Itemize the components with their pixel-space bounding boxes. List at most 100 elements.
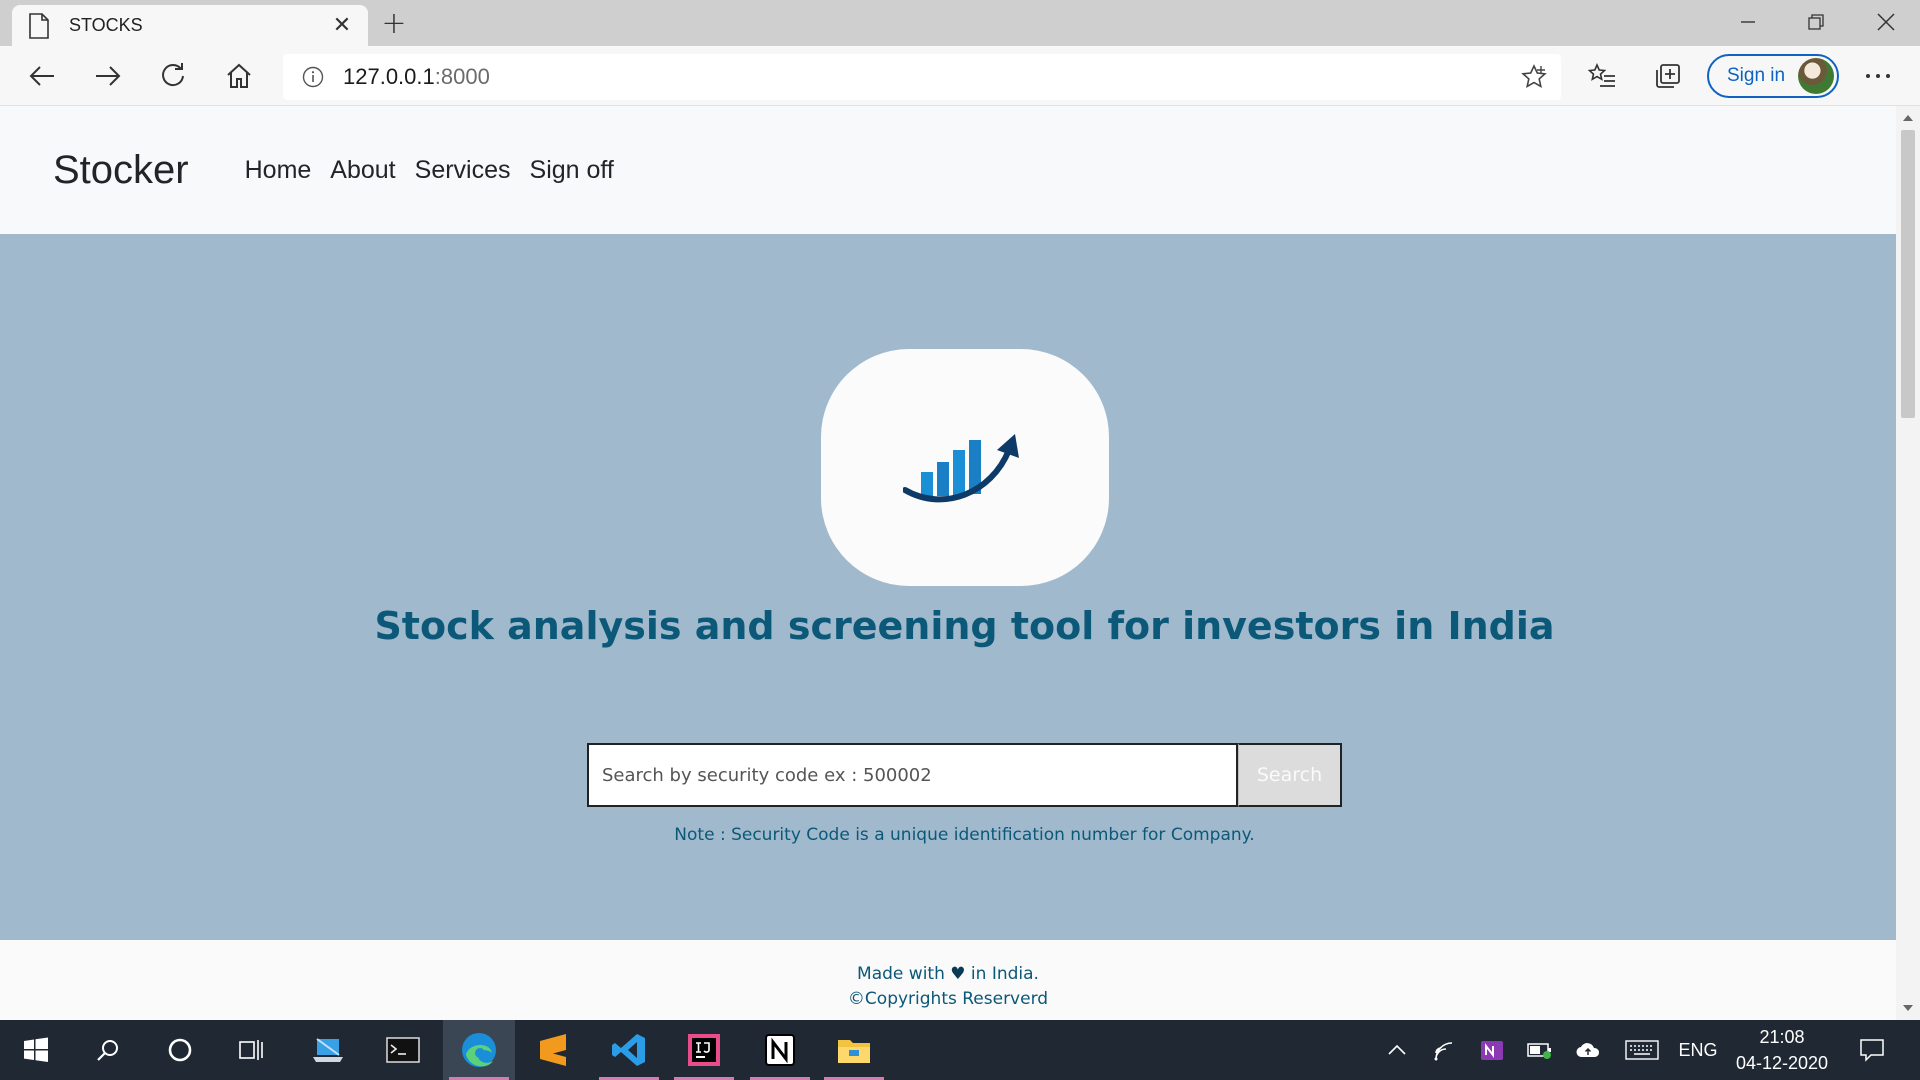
search-form: Search — [587, 743, 1343, 807]
refresh-button[interactable] — [151, 56, 195, 96]
language-label: ENG — [1678, 1039, 1718, 1060]
taskbar-app-edge[interactable] — [443, 1020, 515, 1080]
settings-more-button[interactable] — [1856, 56, 1900, 96]
windows-taskbar: ENG 21:08 04-12-2020 — [0, 1020, 1920, 1080]
site-info-icon[interactable] — [283, 66, 343, 88]
page-scrollbar[interactable] — [1896, 106, 1920, 1020]
logo-card — [821, 349, 1109, 586]
scroll-up-arrow-icon[interactable] — [1896, 108, 1920, 128]
security-code-search-input[interactable] — [587, 743, 1238, 807]
scroll-down-arrow-icon[interactable] — [1896, 998, 1920, 1018]
battery-icon — [1527, 1043, 1551, 1059]
favorites-button[interactable] — [1580, 56, 1624, 96]
close-window-button[interactable] — [1852, 0, 1920, 44]
cortana-icon — [168, 1038, 192, 1062]
edge-icon — [462, 1033, 496, 1067]
task-view-icon — [239, 1040, 263, 1060]
cortana-button[interactable] — [144, 1020, 216, 1080]
nav-about[interactable]: About — [330, 156, 395, 185]
tab-title: STOCKS — [69, 15, 143, 35]
search-icon — [97, 1040, 118, 1061]
intellij-icon — [688, 1034, 720, 1066]
nav-services[interactable]: Services — [415, 156, 511, 185]
security-code-note: Note : Security Code is a unique identif… — [674, 825, 1255, 845]
hero-section: Stock analysis and screening tool for in… — [0, 234, 1896, 940]
brand-logo-text[interactable]: Stocker — [53, 148, 189, 193]
scrollbar-thumb[interactable] — [1901, 130, 1915, 418]
sign-in-button[interactable]: Sign in — [1707, 54, 1839, 98]
browser-toolbar: 127.0.0.1:8000 Sign in — [0, 46, 1920, 106]
taskbar-clock[interactable]: 21:08 04-12-2020 — [1722, 1024, 1842, 1076]
home-button[interactable] — [217, 56, 261, 96]
browser-tab[interactable]: STOCKS ✕ — [12, 5, 368, 46]
chevron-up-icon — [1388, 1045, 1406, 1055]
taskbar-app-intellij[interactable] — [668, 1020, 740, 1080]
close-tab-icon[interactable]: ✕ — [330, 13, 354, 38]
battery-tray[interactable] — [1522, 1020, 1558, 1080]
taskbar-app-notion[interactable] — [744, 1020, 816, 1080]
address-url[interactable]: 127.0.0.1:8000 — [343, 64, 1507, 90]
nav-sign-off[interactable]: Sign off — [530, 156, 614, 185]
footer-made-suffix: in India. — [970, 964, 1039, 984]
arrow-right-icon — [96, 66, 121, 86]
touch-keyboard-tray[interactable] — [1618, 1020, 1666, 1080]
more-icon — [1866, 74, 1890, 78]
taskbar-app-terminal[interactable] — [367, 1020, 439, 1080]
notification-icon — [1860, 1039, 1884, 1062]
favorite-star-icon[interactable] — [1507, 64, 1561, 90]
back-button[interactable] — [20, 56, 64, 96]
avatar — [1798, 58, 1834, 94]
footer-made-prefix: Made with — [857, 964, 945, 984]
taskbar-app-file-explorer[interactable] — [818, 1020, 890, 1080]
start-button[interactable] — [0, 1020, 72, 1080]
new-tab-button[interactable]: + — [378, 6, 410, 41]
footer-copyright: ©Copyrights Reserverd — [847, 989, 1049, 1009]
address-host: 127.0.0.1 — [343, 64, 435, 89]
minimize-button[interactable] — [1714, 0, 1782, 44]
language-indicator[interactable]: ENG — [1676, 1020, 1720, 1080]
heart-icon: ♥ — [950, 964, 966, 984]
site-navbar: Stocker Home About Services Sign off — [0, 106, 1896, 234]
minimize-icon — [1741, 21, 1755, 23]
search-button[interactable]: Search — [1238, 743, 1342, 807]
nav-home[interactable]: Home — [245, 156, 312, 185]
collections-icon — [1656, 64, 1680, 88]
footer-made-with: Made with ♥ in India. — [0, 964, 1896, 984]
sublime-text-icon — [540, 1034, 566, 1066]
network-tray[interactable] — [1426, 1020, 1462, 1080]
sign-in-label: Sign in — [1727, 65, 1786, 86]
forward-button[interactable] — [86, 56, 130, 96]
arrow-left-icon — [29, 66, 54, 86]
page-footer: Made with ♥ in India. ©Copyrights Reserv… — [0, 940, 1896, 1020]
action-center-button[interactable] — [1850, 1020, 1894, 1080]
taskbar-app-vscode[interactable] — [593, 1020, 665, 1080]
onenote-icon — [1481, 1041, 1503, 1060]
refresh-icon — [162, 63, 184, 87]
task-view-button[interactable] — [216, 1020, 288, 1080]
wifi-icon — [1434, 1042, 1453, 1061]
taskbar-search[interactable] — [72, 1020, 144, 1080]
file-explorer-icon — [838, 1040, 870, 1063]
terminal-icon — [386, 1037, 420, 1063]
taskbar-app-laptop[interactable] — [292, 1020, 364, 1080]
address-bar[interactable]: 127.0.0.1:8000 — [283, 54, 1561, 100]
collections-button[interactable] — [1646, 56, 1690, 96]
taskbar-app-sublime[interactable] — [517, 1020, 589, 1080]
keyboard-icon — [1625, 1040, 1659, 1060]
show-hidden-icons-button[interactable] — [1380, 1020, 1414, 1080]
address-port: :8000 — [434, 64, 490, 89]
page-viewport: Stocker Home About Services Sign off Sto… — [0, 106, 1896, 1020]
cloud-icon — [1576, 1043, 1600, 1058]
clock-date: 04-12-2020 — [1735, 1053, 1829, 1073]
stock-growth-icon — [903, 433, 1019, 502]
onenote-tray[interactable] — [1474, 1020, 1510, 1080]
start-icon — [24, 1037, 48, 1062]
close-icon — [1877, 13, 1895, 31]
document-icon — [29, 12, 49, 39]
laptop-icon — [313, 1038, 343, 1062]
onedrive-tray[interactable] — [1570, 1020, 1606, 1080]
browser-tab-strip: STOCKS ✕ + — [0, 0, 1920, 46]
restore-button[interactable] — [1782, 0, 1850, 44]
restore-icon — [1808, 14, 1824, 30]
favorites-icon — [1588, 63, 1615, 87]
